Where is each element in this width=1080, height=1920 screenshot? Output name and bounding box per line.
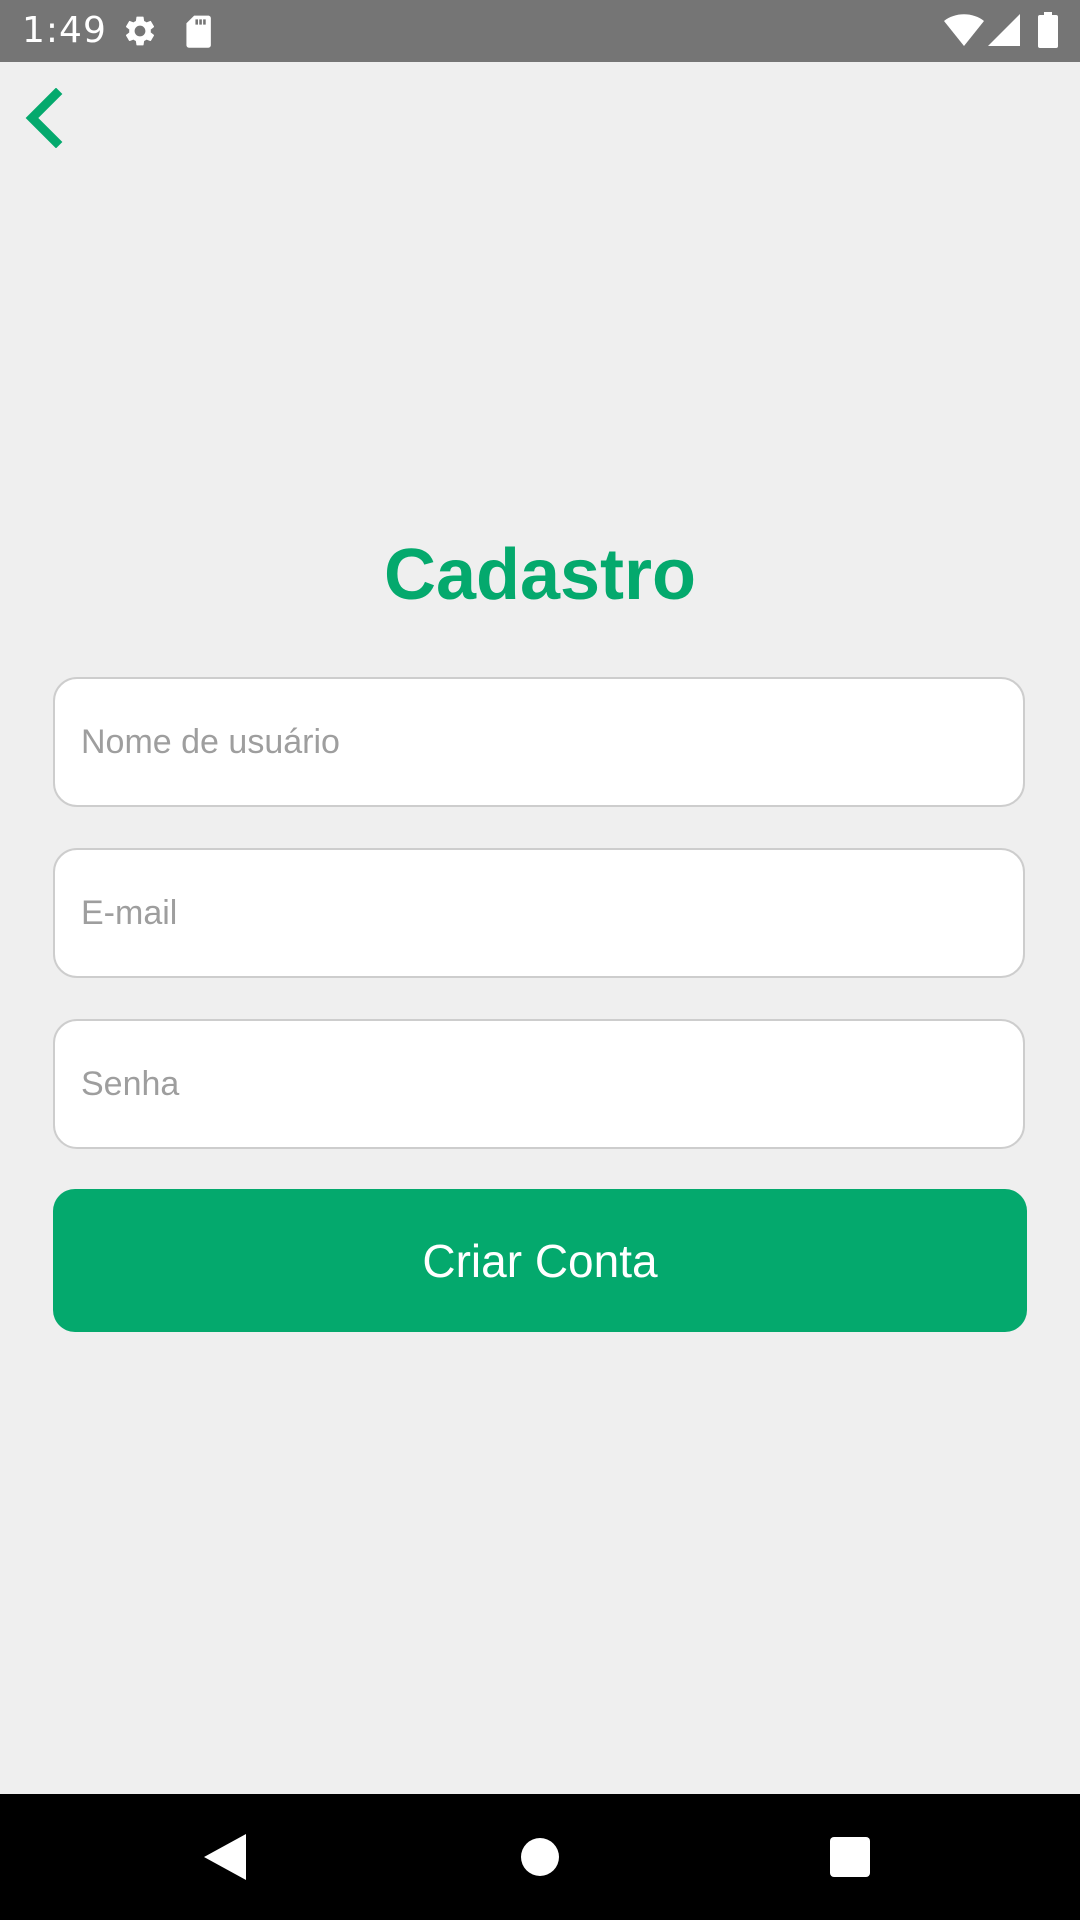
status-time: 1:49 <box>22 10 107 51</box>
status-bar: 1:49 <box>0 0 1080 62</box>
navigation-bar <box>0 1794 1080 1920</box>
nav-back-button[interactable] <box>165 1794 285 1920</box>
nav-recents-button[interactable] <box>790 1794 910 1920</box>
sd-card-icon <box>186 15 211 48</box>
wifi-icon <box>944 14 984 46</box>
recents-square-icon <box>830 1837 870 1877</box>
home-circle-icon <box>521 1838 559 1876</box>
gear-icon <box>125 16 155 46</box>
back-button[interactable] <box>8 82 80 154</box>
username-field[interactable] <box>53 677 1025 807</box>
nav-home-button[interactable] <box>480 1794 600 1920</box>
password-field[interactable] <box>53 1019 1025 1149</box>
page-title: Cadastro <box>383 535 697 615</box>
chevron-left-icon <box>25 88 63 148</box>
email-field[interactable] <box>53 848 1025 978</box>
create-account-button[interactable]: Criar Conta <box>53 1189 1027 1332</box>
battery-icon <box>1038 12 1058 48</box>
signal-icon <box>988 14 1020 46</box>
back-triangle-icon <box>204 1834 246 1880</box>
